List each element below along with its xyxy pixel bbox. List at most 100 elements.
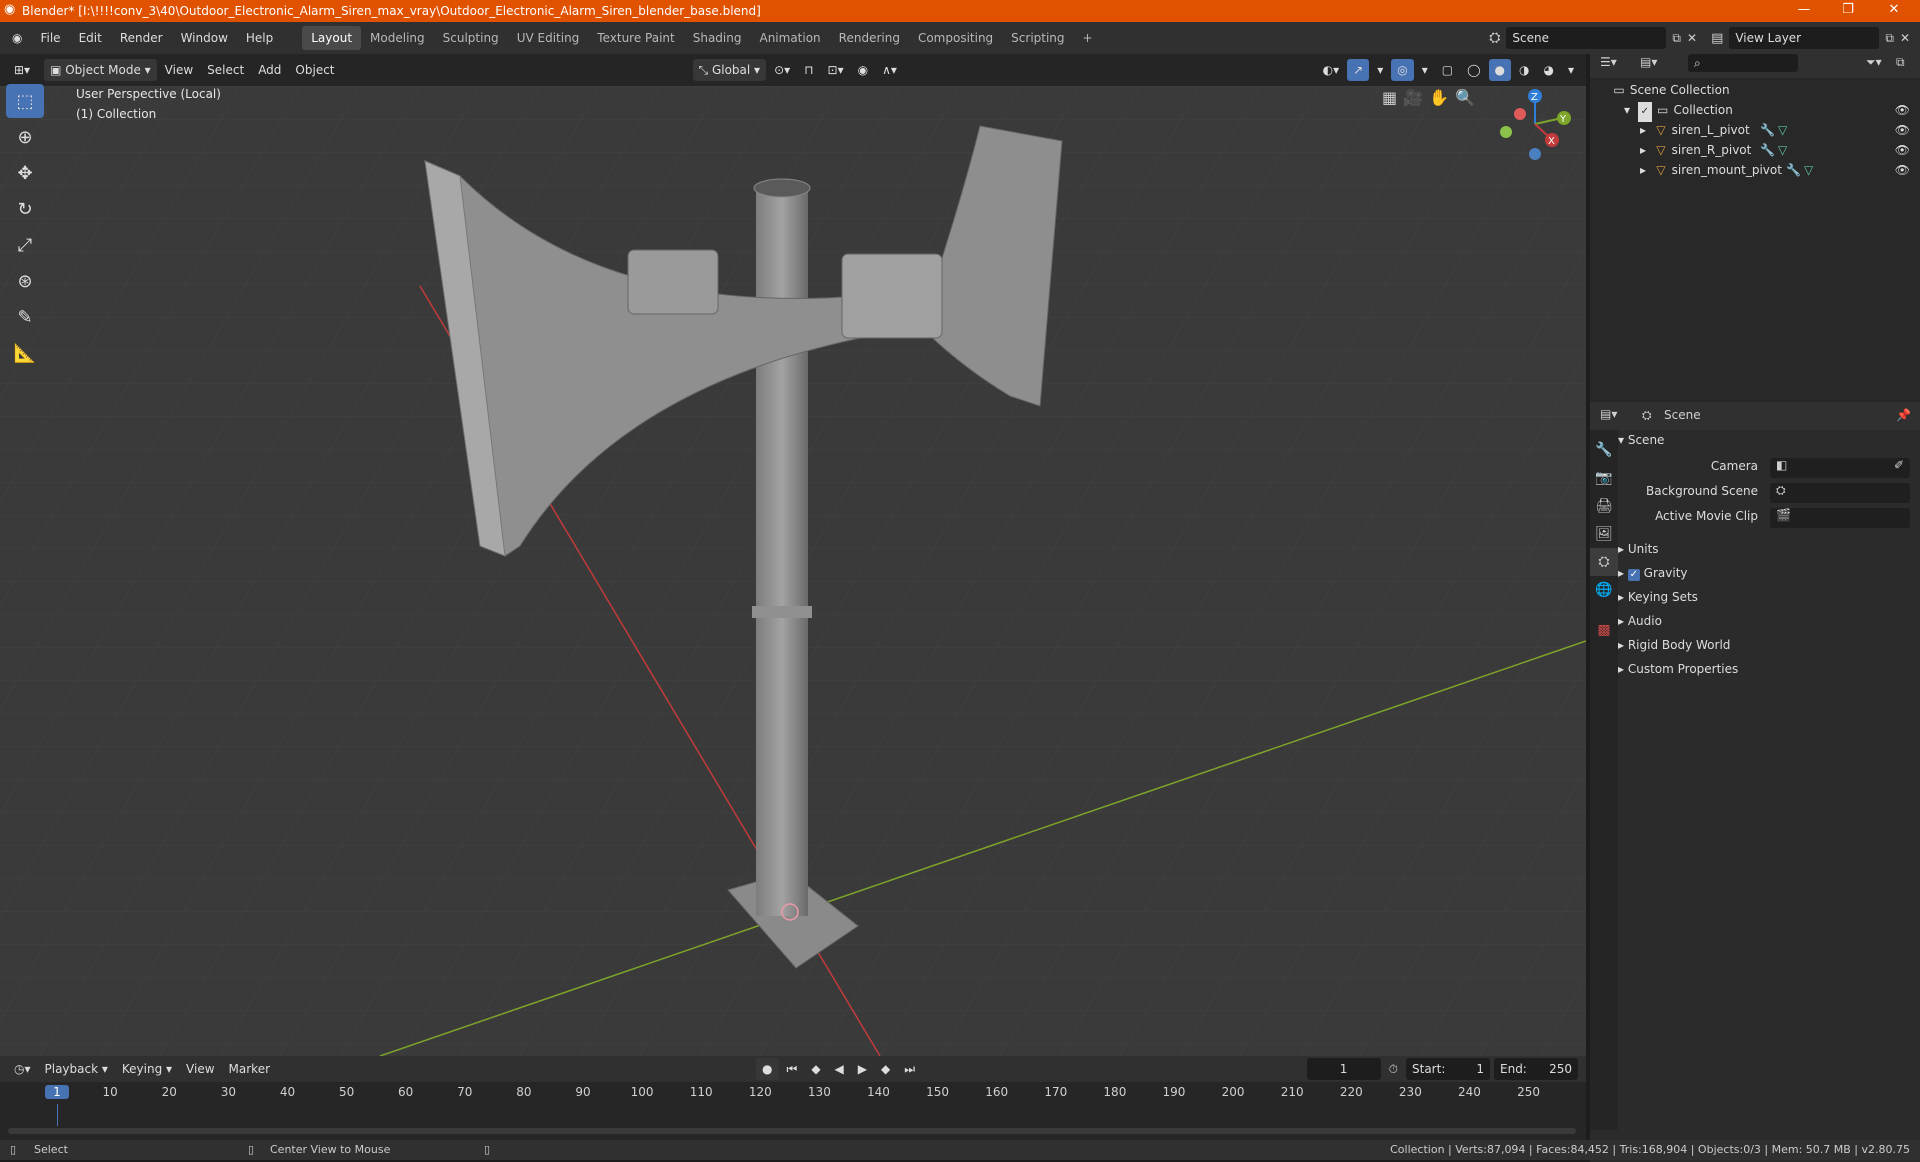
menu-keying[interactable]: Keying ▾ [116,1058,178,1080]
editor-type-icon[interactable]: ⊞▾ [8,59,36,81]
outliner-object-row[interactable]: ▸ ▽ siren_R_pivot 🔧 ▽ 👁 [1590,140,1920,160]
mesh-data-icon[interactable]: ▽ [1778,120,1787,140]
record-icon[interactable]: ● [756,1058,779,1080]
current-frame-field[interactable]: 1 [1306,1058,1381,1080]
menu-object[interactable]: Object [289,59,340,81]
xray-icon[interactable]: ▢ [1436,59,1459,81]
pivot-icon[interactable]: ⊙▾ [768,59,796,81]
menu-window[interactable]: Window [172,26,237,50]
eye-icon[interactable]: 👁 [1895,120,1910,140]
gizmo-neg-z-icon[interactable] [1529,148,1541,160]
movie-clip-field[interactable]: 🎬 [1770,508,1910,528]
eyedropper-icon[interactable]: ✐ [1894,458,1904,472]
navigation-gizmo[interactable]: Z Y X [1490,84,1580,164]
add-workspace-icon[interactable]: + [1074,26,1102,50]
delete-scene-icon[interactable]: ✕ [1687,31,1697,45]
collapse-icon[interactable]: ▾ [1618,433,1628,447]
eye-icon[interactable]: 👁 [1895,160,1910,180]
menu-select[interactable]: Select [201,59,250,81]
snap-icon[interactable]: ⊓ [798,59,819,81]
outliner-object-row[interactable]: ▸ ▽ siren_mount_pivot 🔧 ▽ 👁 [1590,160,1920,180]
menu-render[interactable]: Render [111,26,172,50]
timeline-scrollbar[interactable] [8,1128,1576,1134]
measure-icon[interactable]: 📐 [6,336,44,370]
shading-menu-icon[interactable]: ▾ [1562,59,1580,81]
menu-view[interactable]: View [159,59,199,81]
world-tab-icon[interactable]: 🌐 [1590,576,1618,604]
panel-gravity[interactable]: ▸ ✓ Gravity [1618,561,1918,585]
outliner-scene-collection[interactable]: ▭ Scene Collection [1590,80,1920,100]
expand-icon[interactable]: ▸ [1636,160,1650,180]
mode-selector[interactable]: ▣ Object Mode ▾ [44,59,157,81]
tab-texture-paint[interactable]: Texture Paint [588,26,683,50]
scene-selector[interactable]: Scene [1506,27,1667,49]
tab-rendering[interactable]: Rendering [830,26,909,50]
panel-keying-sets[interactable]: ▸ Keying Sets [1618,585,1918,609]
gizmo-toggle-icon[interactable]: ↗ [1347,59,1370,81]
3d-viewport[interactable] [0,86,1586,1056]
gizmo-menu-icon[interactable]: ▾ [1371,59,1389,81]
expand-icon[interactable]: ▾ [1620,100,1634,120]
menu-marker[interactable]: Marker [223,1058,276,1080]
tab-scripting[interactable]: Scripting [1002,26,1073,50]
expand-icon[interactable]: ▸ [1636,140,1650,160]
play-reverse-icon[interactable]: ◀ [829,1058,850,1080]
transform-icon[interactable]: ⊛ [6,264,44,298]
scene-tab-icon[interactable]: ⛭ [1590,548,1618,576]
gizmo-neg-y-icon[interactable] [1500,126,1512,138]
modifier-icon[interactable]: 🔧 [1786,160,1801,180]
tab-uv-editing[interactable]: UV Editing [508,26,589,50]
panel-audio[interactable]: ▸ Audio [1618,609,1918,633]
outliner-search[interactable]: ⌕ [1688,54,1798,72]
gravity-checkbox[interactable]: ✓ [1627,569,1640,581]
orientation-selector[interactable]: ⤡ Global ▾ [692,59,767,81]
expand-icon[interactable]: ▸ [1618,662,1628,676]
render-tab-icon[interactable]: 📷 [1590,464,1618,492]
start-frame-field[interactable]: Start: 1 [1406,1058,1490,1080]
mesh-data-icon[interactable]: ▽ [1804,160,1813,180]
modifier-icon[interactable]: 🔧 [1760,140,1775,160]
expand-icon[interactable]: ▸ [1618,638,1628,652]
timeline-editor-icon[interactable]: ◷▾ [8,1058,37,1080]
material-shading-icon[interactable]: ◑ [1513,59,1535,81]
falloff-icon[interactable]: ∧▾ [876,59,903,81]
camera-view-icon[interactable]: 🎥 [1403,88,1423,107]
expand-icon[interactable]: ▸ [1618,542,1628,556]
next-keyframe-icon[interactable]: ◆ [875,1058,896,1080]
rotate-icon[interactable]: ↻ [6,192,44,226]
outliner-collection[interactable]: ▾ ✓ ▭ Collection 👁 [1590,100,1920,122]
jump-end-icon[interactable]: ⏭ [898,1058,921,1080]
overlay-toggle-icon[interactable]: ◎ [1391,59,1414,81]
expand-icon[interactable]: ▸ [1636,120,1650,140]
new-view-layer-icon[interactable]: ⧉ [1885,31,1894,46]
panel-units[interactable]: ▸ Units [1618,537,1918,561]
gizmo-neg-x-icon[interactable] [1514,108,1526,120]
playhead-line[interactable] [57,1104,58,1126]
output-tab-icon[interactable]: 🖨 [1590,492,1618,520]
tab-compositing[interactable]: Compositing [909,26,1002,50]
tab-layout[interactable]: Layout [302,26,362,50]
display-mode-icon[interactable]: ▤▾ [1640,55,1657,69]
expand-icon[interactable]: ▸ [1618,614,1628,628]
overlay-menu-icon[interactable]: ▾ [1416,59,1434,81]
filter-icon[interactable]: ⏷▾ [1866,55,1882,70]
tool-tab-icon[interactable]: 🔧 [1590,436,1618,464]
grid-view-icon[interactable]: ▦ [1382,88,1397,107]
tab-animation[interactable]: Animation [750,26,829,50]
maximize-icon[interactable]: ❐ [1826,0,1870,22]
zoom-icon[interactable]: 🔍 [1455,88,1475,107]
menu-edit[interactable]: Edit [70,26,111,50]
menu-timeline-view[interactable]: View [180,1058,220,1080]
play-icon[interactable]: ▶ [852,1058,873,1080]
timeline[interactable]: 1 10 20 30 40 50 60 70 80 90 100 110 120 130 140 150 160… [0,1082,1586,1140]
wireframe-shading-icon[interactable]: ◯ [1461,59,1486,81]
minimize-icon[interactable]: — [1782,0,1826,22]
panel-scene[interactable]: ▾ Scene [1618,428,1918,452]
move-icon[interactable]: ✥ [6,156,44,190]
eye-icon[interactable]: 👁 [1895,100,1910,120]
menu-help[interactable]: Help [237,26,282,50]
view-layer-icon[interactable]: ▤ [1711,31,1723,46]
checkbox-icon[interactable]: ✓ [1637,102,1652,122]
close-icon[interactable]: ✕ [1872,0,1916,22]
expand-icon[interactable]: ▸ [1618,566,1628,580]
